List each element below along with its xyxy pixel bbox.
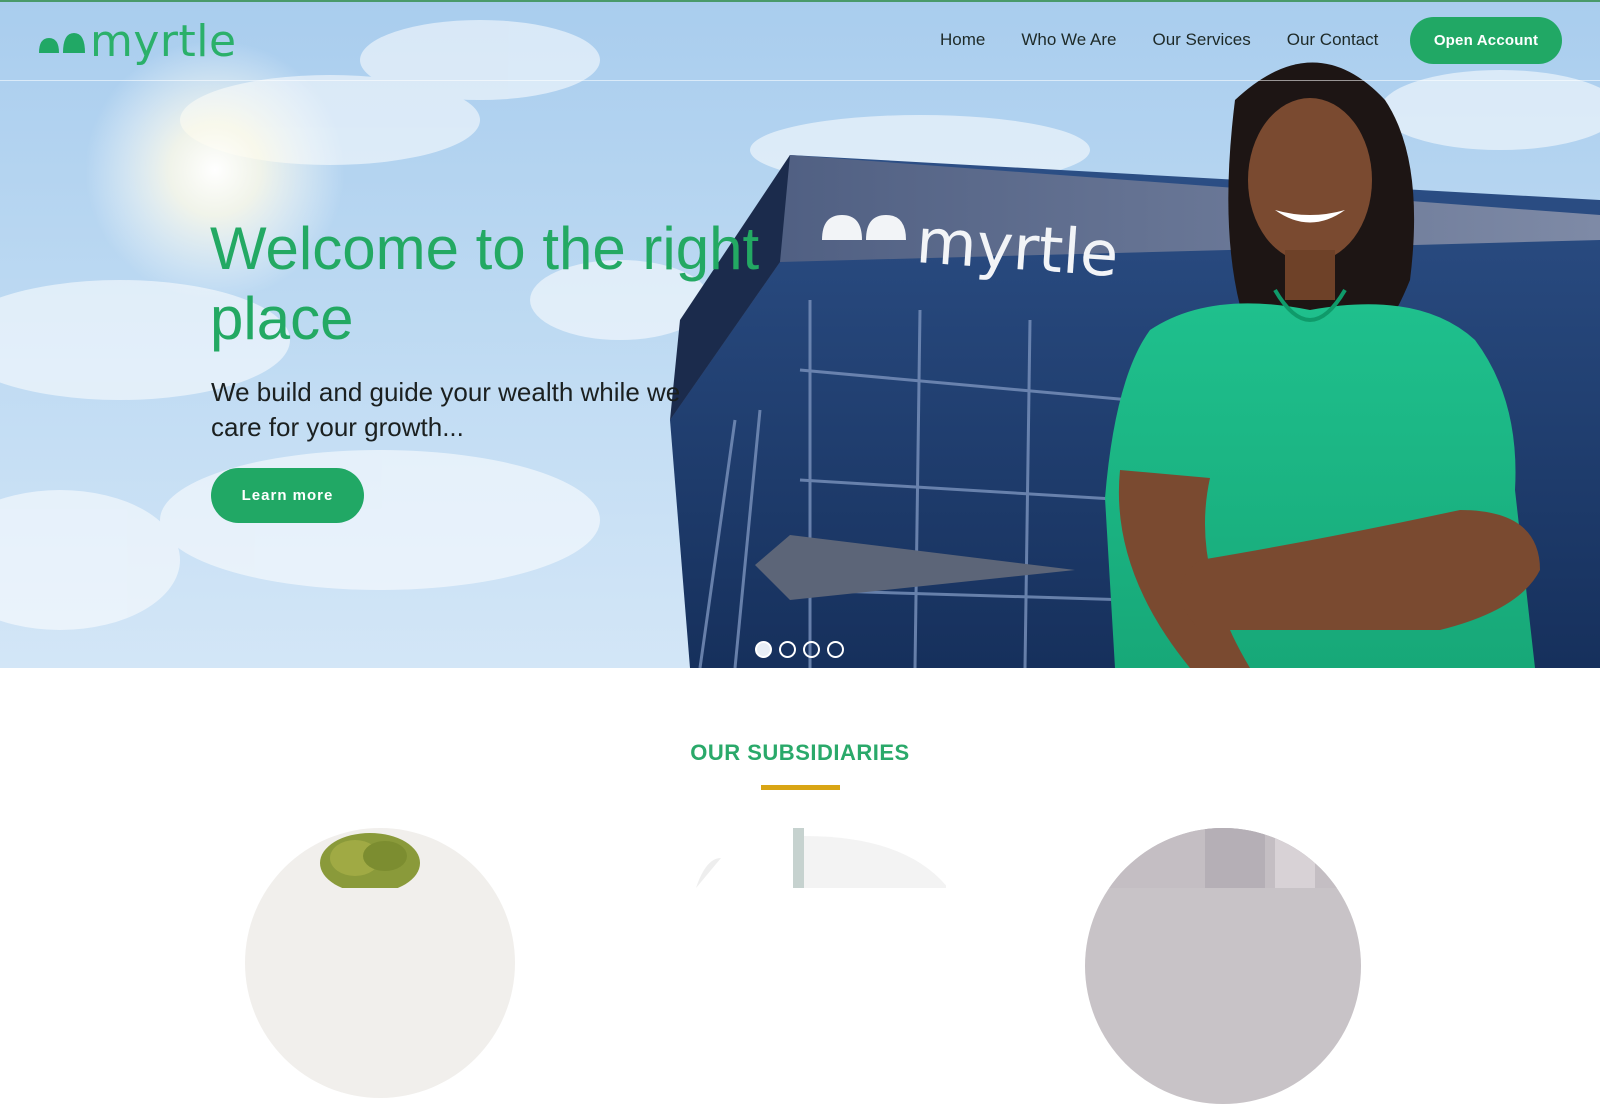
nav-item-who-we-are[interactable]: Who We Are [1021,30,1116,50]
heading-underline [761,785,840,790]
carousel-indicators [755,641,844,658]
nav-item-home[interactable]: Home [940,30,985,50]
two-mound-logo-icon [39,33,85,53]
office-image [1085,828,1361,888]
carousel-dot-4[interactable] [827,641,844,658]
subsidiary-card-3[interactable] [1085,828,1361,1104]
hero-title: Welcome to the right place [210,215,760,352]
subsidiary-card-1[interactable] [245,828,515,1098]
nav-item-our-contact[interactable]: Our Contact [1287,30,1379,50]
building-image [696,828,946,888]
hero-subtitle: We build and guide your wealth while we … [211,377,681,442]
carousel-dot-2[interactable] [779,641,796,658]
open-account-button[interactable]: Open Account [1410,17,1562,64]
subsidiary-card-2[interactable] [676,828,946,888]
nav-item-our-services[interactable]: Our Services [1152,30,1250,50]
main-nav: Home Who We Are Our Services Our Contact [940,30,1378,50]
hero-banner: myrtle Welcome to the right place We bui… [0,0,1600,668]
site-logo[interactable]: myrtle [38,14,237,64]
carousel-dot-3[interactable] [803,641,820,658]
building-sign-text: myrtle [914,204,1121,291]
logo-wordmark: myrtle [90,16,237,67]
site-header: myrtle Home Who We Are Our Services Our … [0,0,1600,81]
tree-image [258,833,420,893]
carousel-dot-1[interactable] [755,641,772,658]
learn-more-button[interactable]: Learn more [211,468,364,523]
subsidiaries-heading: OUR SUBSIDIARIES [690,740,910,765]
